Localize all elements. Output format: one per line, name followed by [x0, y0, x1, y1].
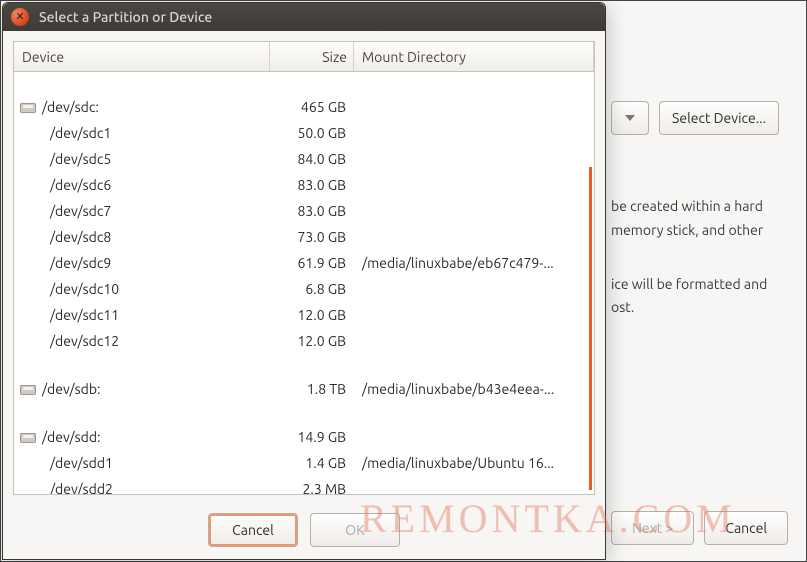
device-cell: /dev/sdc1 [14, 125, 270, 141]
table-row[interactable]: /dev/sdb: 1.8 TB/media/linuxbabe/b43e4eea… [14, 376, 594, 402]
titlebar: ✕ Select a Partition or Device [3, 3, 605, 31]
device-label: /dev/sdc9 [50, 255, 111, 271]
disk-icon [20, 385, 36, 395]
device-table: Device Size Mount Directory /dev/sdc: 465… [13, 41, 595, 495]
device-label: /dev/sdd1 [50, 455, 113, 471]
device-cell: /dev/sdc11 [14, 307, 270, 323]
table-spacer [14, 354, 594, 376]
disk-icon [20, 103, 36, 113]
device-cell: /dev/sdc10 [14, 281, 270, 297]
background-text-2: ice will be formatted and ost. [611, 273, 796, 321]
device-cell: /dev/sdc5 [14, 151, 270, 167]
size-cell: 83.0 GB [270, 177, 354, 193]
scrollbar[interactable] [589, 167, 592, 490]
cancel-button[interactable]: Cancel [208, 513, 298, 547]
header-mount[interactable]: Mount Directory [354, 42, 594, 71]
device-cell: /dev/sdc6 [14, 177, 270, 193]
size-cell: 84.0 GB [270, 151, 354, 167]
device-label: /dev/sdb: [42, 381, 100, 397]
device-cell: /dev/sdb: [14, 381, 270, 397]
table-row[interactable]: /dev/sdc9 61.9 GB/media/linuxbabe/eb67c47… [14, 250, 594, 276]
table-row[interactable]: /dev/sdc10 6.8 GB [14, 276, 594, 302]
table-row[interactable]: /dev/sdd1 1.4 GB/media/linuxbabe/Ubuntu 1… [14, 450, 594, 476]
table-spacer [14, 402, 594, 424]
table-row[interactable]: /dev/sdc: 465 GB [14, 94, 594, 120]
device-label: /dev/sdd2 [50, 481, 113, 495]
device-cell: /dev/sdc9 [14, 255, 270, 271]
device-label: /dev/sdc10 [50, 281, 119, 297]
table-body[interactable]: /dev/sdc: 465 GB/dev/sdc1 50.0 GB/dev/sdc5… [14, 72, 594, 495]
select-partition-dialog: ✕ Select a Partition or Device Device Si… [2, 2, 606, 560]
device-label: /dev/sdc5 [50, 151, 111, 167]
close-icon[interactable]: ✕ [11, 8, 29, 26]
table-header: Device Size Mount Directory [14, 42, 594, 72]
device-dropdown[interactable] [611, 101, 649, 135]
mount-cell: /media/linuxbabe/eb67c479-... [354, 255, 594, 271]
cancel-button-background[interactable]: Cancel [704, 511, 788, 545]
mount-cell: /media/linuxbabe/Ubuntu 16... [354, 455, 594, 471]
size-cell: 6.8 GB [270, 281, 354, 297]
table-row[interactable]: /dev/sdc11 12.0 GB [14, 302, 594, 328]
size-cell: 1.8 TB [270, 381, 354, 397]
device-cell: /dev/sdc8 [14, 229, 270, 245]
device-label: /dev/sdc6 [50, 177, 111, 193]
background-text-1: be created within a hard memory stick, a… [611, 195, 796, 243]
device-label: /dev/sdc12 [50, 333, 119, 349]
chevron-down-icon [625, 115, 635, 121]
table-row[interactable]: /dev/sdc12 12.0 GB [14, 328, 594, 354]
device-label: /dev/sdc8 [50, 229, 111, 245]
background-content: Select Device... be created within a har… [611, 101, 796, 350]
device-label: /dev/sdd: [42, 429, 100, 445]
table-row[interactable]: /dev/sdd: 14.9 GB [14, 424, 594, 450]
table-row[interactable]: /dev/sdd2 2.3 MB [14, 476, 594, 495]
size-cell: 12.0 GB [270, 307, 354, 323]
device-cell: /dev/sdd: [14, 429, 270, 445]
size-cell: 1.4 GB [270, 455, 354, 471]
size-cell: 12.0 GB [270, 333, 354, 349]
table-row[interactable]: /dev/sdc8 73.0 GB [14, 224, 594, 250]
device-label: /dev/sdc: [42, 99, 99, 115]
header-device[interactable]: Device [14, 42, 270, 71]
device-cell: /dev/sdd2 [14, 481, 270, 495]
size-cell: 61.9 GB [270, 255, 354, 271]
modal-button-bar: Cancel OK [3, 505, 605, 559]
background-bottom-buttons: Next > Cancel [611, 511, 788, 545]
size-cell: 50.0 GB [270, 125, 354, 141]
device-cell: /dev/sdd1 [14, 455, 270, 471]
device-label: /dev/sdc11 [50, 307, 119, 323]
device-cell: /dev/sdc12 [14, 333, 270, 349]
table-spacer [14, 72, 594, 94]
device-label: /dev/sdc1 [50, 125, 111, 141]
header-size[interactable]: Size [270, 42, 354, 71]
device-cell: /dev/sdc: [14, 99, 270, 115]
table-row[interactable]: /dev/sdc6 83.0 GB [14, 172, 594, 198]
size-cell: 14.9 GB [270, 429, 354, 445]
select-device-button[interactable]: Select Device... [659, 101, 779, 135]
device-cell: /dev/sdc7 [14, 203, 270, 219]
next-button[interactable]: Next > [611, 511, 694, 545]
disk-icon [20, 433, 36, 443]
size-cell: 83.0 GB [270, 203, 354, 219]
device-label: /dev/sdc7 [50, 203, 111, 219]
size-cell: 465 GB [270, 99, 354, 115]
table-row[interactable]: /dev/sdc5 84.0 GB [14, 146, 594, 172]
ok-button[interactable]: OK [310, 513, 400, 547]
size-cell: 2.3 MB [270, 481, 354, 495]
mount-cell: /media/linuxbabe/b43e4eea-... [354, 381, 594, 397]
size-cell: 73.0 GB [270, 229, 354, 245]
table-row[interactable]: /dev/sdc7 83.0 GB [14, 198, 594, 224]
background-toolbar: Select Device... [611, 101, 796, 135]
dialog-title: Select a Partition or Device [39, 9, 212, 25]
table-row[interactable]: /dev/sdc1 50.0 GB [14, 120, 594, 146]
